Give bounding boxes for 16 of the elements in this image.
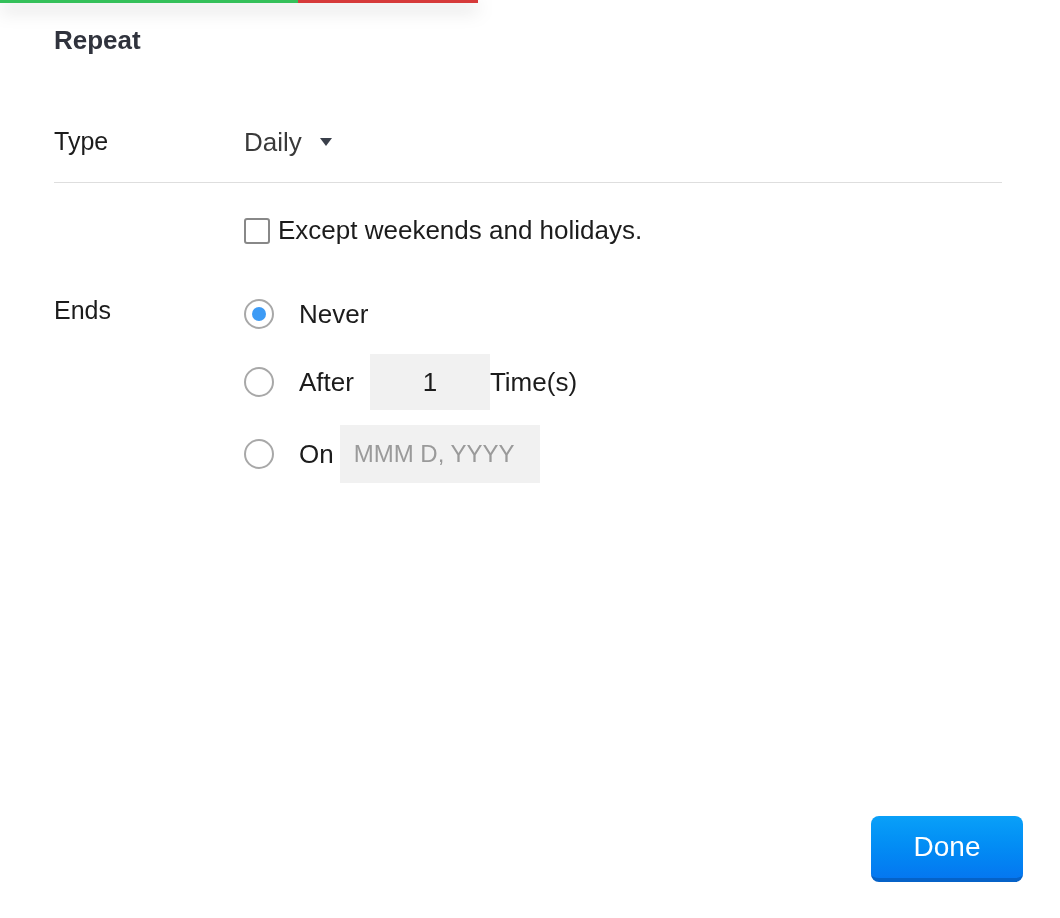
caret-icon — [319, 138, 332, 146]
checkbox[interactable] — [244, 217, 270, 244]
date-field[interactable]: MMM D, YYYY — [339, 425, 540, 483]
option-label: After — [299, 365, 354, 399]
radio-button[interactable] — [244, 367, 274, 397]
unit-label: Time(s) — [489, 365, 578, 399]
radio-button[interactable] — [244, 439, 274, 469]
checkbox-label: Except weekends and holidays. — [278, 214, 643, 247]
option-label: On — [299, 437, 334, 471]
option-label: Never — [299, 297, 369, 331]
field-label: Ends — [54, 295, 112, 326]
type-dropdown[interactable]: Daily — [244, 122, 332, 162]
radio-button[interactable] — [244, 299, 274, 329]
field-label: Type — [54, 126, 110, 158]
dialog-title: Repeat — [54, 24, 142, 57]
count-field[interactable]: 1 — [369, 354, 490, 410]
